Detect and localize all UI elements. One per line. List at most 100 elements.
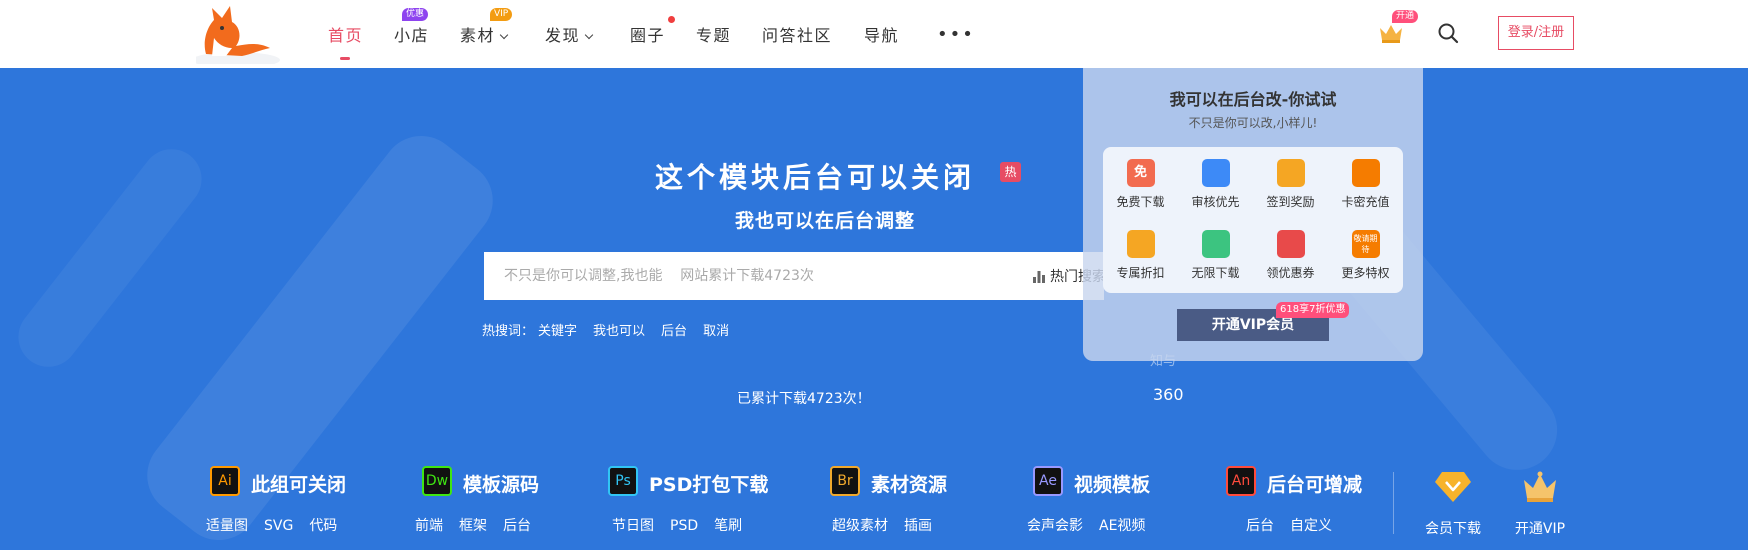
category-title: 模板源码 [463,474,540,496]
an-icon: An [1226,466,1256,496]
category-links: 超级素材 插画 [832,515,948,535]
category-link[interactable]: 框架 [459,518,487,534]
category-link[interactable]: 节日图 [612,518,654,534]
side-link-label: 开通VIP [1514,521,1566,537]
perk-free-download[interactable]: 免 免费下载 [1103,159,1178,210]
stat-number: 360 [1153,385,1184,404]
total-downloads: 已累计下载4723次！ [737,391,871,407]
category-link[interactable]: 超级素材 [832,518,888,534]
nav-item-home[interactable]: 首页 [328,22,363,46]
perk-card-recharge[interactable]: 卡密充值 [1328,159,1403,210]
hero-banner: 这个模块后台可以关闭 热 我也可以在后台调整 热门搜索 热搜词：关键字我也可以后… [0,68,1748,550]
page: { "header": { "nav": [ {"label": "首页", "… [0,0,1748,550]
category-title: 视频模板 [1074,474,1151,496]
nav-badge: VIP [490,8,513,21]
ae-icon: Ae [1033,466,1063,496]
perk-label: 免费下载 [1116,195,1165,209]
nav-item-qa[interactable]: 问答社区 [762,22,832,46]
open-vip-link[interactable]: 开通VIP [1500,470,1580,538]
divider [1393,472,1394,534]
category-link[interactable]: 前端 [415,518,443,534]
vip-popup: 我可以在后台改-你试试 不只是你可以改,小样儿! 免 免费下载 审核优先 签到奖… [1083,68,1423,361]
perk-exclusive-discount[interactable]: 专属折扣 [1103,230,1178,281]
discount-tag-icon [1126,230,1155,258]
perk-unlimited-download[interactable]: 无限下载 [1178,230,1253,281]
chevron-down-icon [499,30,509,40]
category-links: 节日图 PSD 笔刷 [612,515,758,535]
br-icon: Br [830,466,860,496]
perk-more-privilege[interactable]: 敬请期待 更多特权 [1328,230,1403,281]
category-link[interactable]: SVG [264,518,293,534]
perk-label: 卡密充值 [1341,195,1390,209]
nav-active-indicator [340,57,350,60]
diamond-icon [1435,472,1471,502]
perk-review-priority[interactable]: 审核优先 [1178,159,1253,210]
hot-tag: 热 [1000,162,1021,182]
nav-item-navigation[interactable]: 导航 [864,22,899,46]
notification-dot [668,16,675,23]
category-link[interactable]: 插画 [904,518,932,534]
perk-label: 无限下载 [1191,266,1240,280]
login-register-button[interactable]: 登录/注册 [1498,16,1574,50]
crown-icon [1380,25,1402,43]
ps-icon: Ps [608,466,638,496]
unlimited-download-icon [1201,230,1230,258]
hero-search-input[interactable] [504,252,1024,300]
nav-item-material[interactable]: 素材 VIP [460,8,513,46]
category-links: 适量图 SVG 代码 [206,515,353,535]
free-download-icon: 免 [1126,159,1155,187]
nav-item-label: 素材 [460,26,496,45]
ai-icon: Ai [210,466,240,496]
nav-item-label: 发现 [545,26,581,45]
vip-perks-grid: 免 免费下载 审核优先 签到奖励 卡密充值 专属折扣 无限下载 领优惠券 敬请期 [1103,147,1403,293]
more-privilege-icon: 敬请期待 [1351,230,1380,258]
card-recharge-icon [1351,159,1380,187]
category-title: 此组可关闭 [251,474,347,496]
crown-badge: 开通 [1392,10,1419,23]
review-priority-icon [1201,159,1230,187]
coupon-icon [1276,230,1305,258]
vip-promo-badge: 618享7折优惠 [1276,302,1350,318]
fox-logo[interactable] [196,4,282,64]
chevron-down-icon [584,30,594,40]
category-link[interactable]: 代码 [309,518,337,534]
category-links: 后台 自定义 [1246,515,1348,535]
hot-keyword[interactable]: 关键字 [538,324,577,339]
category-link[interactable]: AE视频 [1099,518,1145,534]
decorative-shape [6,137,214,379]
more-icon[interactable]: ••• [937,24,975,45]
category-title: 素材资源 [871,474,948,496]
search-icon[interactable] [1437,22,1459,44]
hot-keywords-label: 热搜词： [482,324,535,339]
vip-popup-subtitle: 不只是你可以改,小样儿! [1188,116,1318,130]
checkin-reward-icon [1276,159,1305,187]
hot-keyword[interactable]: 我也可以 [593,324,645,339]
nav-item-discover[interactable]: 发现 [545,22,594,46]
hot-keyword[interactable]: 取消 [703,324,729,339]
category-link[interactable]: 笔刷 [714,518,742,534]
category-link[interactable]: 后台 [503,518,531,534]
hero-title: 这个模块后台可以关闭 [655,161,976,194]
nav-item-topics[interactable]: 专题 [696,22,731,46]
perk-label: 专属折扣 [1116,266,1165,280]
perk-label: 更多特权 [1341,266,1390,280]
nav-item-label: 小店 [394,26,430,45]
category-link[interactable]: 会声会影 [1027,518,1083,534]
nav-item-shop[interactable]: 小店 优惠 [394,8,430,46]
category-link[interactable]: 自定义 [1290,518,1332,534]
perk-coupon[interactable]: 领优惠券 [1253,230,1328,281]
dw-icon: Dw [422,466,452,496]
member-download-link[interactable]: 会员下载 [1413,470,1493,538]
hero-search-box: 热门搜索 [484,252,1104,300]
category-title: 后台可增减 [1267,474,1363,496]
bar-chart-icon [1033,271,1045,283]
category-link[interactable]: 后台 [1246,518,1274,534]
perk-checkin-reward[interactable]: 签到奖励 [1253,159,1328,210]
category-link[interactable]: PSD [670,518,698,534]
category-link[interactable]: 适量图 [206,518,248,534]
nav-item-label: 圈子 [630,26,666,45]
hot-keyword[interactable]: 后台 [661,324,687,339]
perk-label: 领优惠券 [1266,266,1315,280]
nav-item-circle[interactable]: 圈子 [630,16,675,46]
category-title: PSD打包下载 [649,474,769,496]
